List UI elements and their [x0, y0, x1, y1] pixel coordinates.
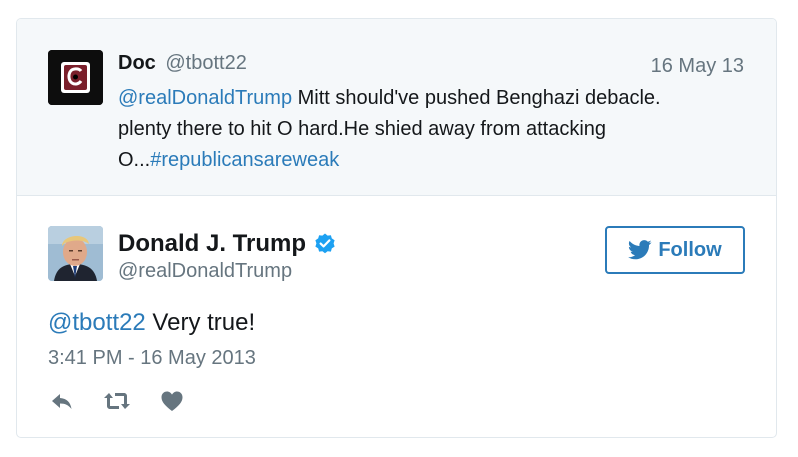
follow-button[interactable]: Follow [605, 226, 745, 274]
retweet-icon [104, 393, 130, 409]
like-icon [161, 391, 183, 411]
verified-badge-icon [315, 233, 335, 254]
tweet-actions [48, 389, 213, 413]
mention-link[interactable]: @realDonaldTrump [118, 87, 292, 109]
tweet-timestamp[interactable]: 3:41 PM - 16 May 2013 [48, 347, 256, 370]
quoted-author-name[interactable]: Doc [118, 52, 156, 74]
follow-label: Follow [658, 238, 722, 261]
university-logo-icon [48, 50, 103, 105]
profile-photo [48, 226, 103, 281]
embedded-tweet-card: Doc @tbott22 16 May 13 @realDonaldTrump … [16, 18, 777, 438]
mention-link[interactable]: @tbott22 [48, 309, 146, 336]
like-button[interactable] [158, 389, 186, 413]
twitter-bird-icon [628, 240, 652, 260]
tweet-author-handle[interactable]: @realDonaldTrump [118, 260, 292, 283]
retweet-button[interactable] [103, 389, 131, 413]
tweet-body: Very true! [145, 309, 256, 336]
reply-icon [52, 394, 72, 409]
quoted-author: Doc @tbott22 [118, 52, 247, 75]
quoted-tweet-text: @realDonaldTrump Mitt should've pushed B… [118, 83, 718, 176]
tweet-author-name[interactable]: Donald J. Trump [118, 230, 306, 258]
reply-button[interactable] [48, 389, 76, 413]
avatar[interactable] [48, 50, 103, 105]
tweet-author: Donald J. Trump [118, 230, 337, 258]
hashtag-link[interactable]: #republicansareweak [150, 149, 339, 171]
quoted-tweet[interactable]: Doc @tbott22 16 May 13 @realDonaldTrump … [17, 19, 776, 196]
tweet-text: @tbott22 Very true! [48, 309, 255, 337]
quoted-tweet-date[interactable]: 16 May 13 [651, 55, 744, 78]
quoted-author-handle[interactable]: @tbott22 [165, 52, 246, 74]
avatar[interactable] [48, 226, 103, 281]
